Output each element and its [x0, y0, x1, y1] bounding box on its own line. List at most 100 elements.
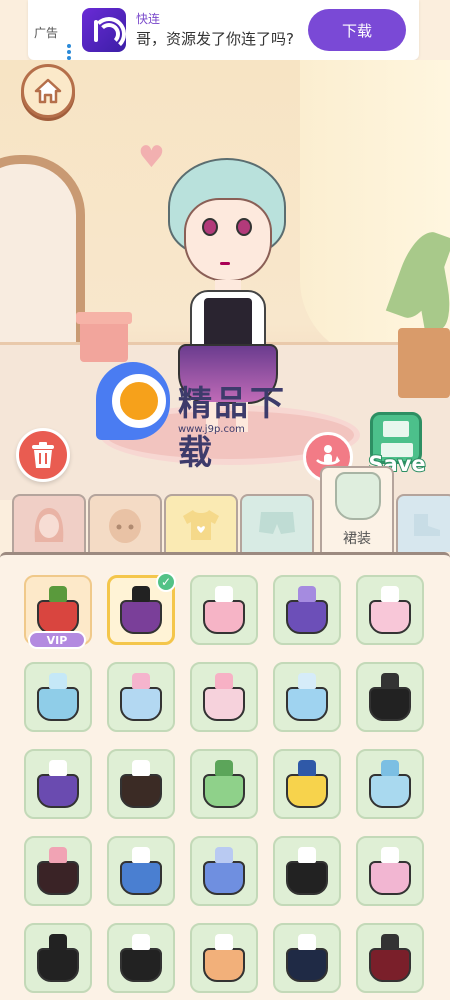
dress-skirt: [203, 774, 245, 808]
dress-item[interactable]: [107, 836, 175, 906]
dress-skirt: [37, 774, 79, 808]
face-icon: [109, 509, 141, 543]
dress-top: [215, 847, 233, 863]
dress-thumbnail: [35, 932, 81, 984]
home-icon: [34, 78, 62, 104]
dress-skirt: [120, 861, 162, 895]
dress-item[interactable]: ✓: [107, 572, 176, 645]
dress-top: [298, 847, 316, 863]
dress-thumbnail: [284, 671, 330, 723]
dress-thumbnail: [201, 845, 247, 897]
dress-item[interactable]: [273, 575, 341, 645]
dress-thumbnail: [201, 758, 247, 810]
dress-thumbnail: [367, 584, 413, 636]
dress-top: [381, 934, 399, 950]
ad-banner[interactable]: 广告 快连 哥，资源发了你连了吗? 下载: [28, 0, 419, 60]
tab-dress[interactable]: 裙装: [320, 466, 394, 552]
dress-top: [298, 760, 316, 776]
tab-dress-label: 裙装: [343, 531, 371, 547]
trash-button[interactable]: [16, 428, 70, 482]
tab-hair[interactable]: [12, 494, 86, 552]
dress-item[interactable]: [24, 749, 92, 819]
dress-thumbnail: [118, 584, 164, 636]
dress-top: [49, 934, 67, 950]
tab-face[interactable]: [88, 494, 162, 552]
selected-check-icon: ✓: [156, 572, 176, 592]
dress-thumbnail: [35, 671, 81, 723]
dress-item[interactable]: [190, 662, 258, 732]
dress-top: [132, 760, 150, 776]
dress-thumbnail: [201, 584, 247, 636]
dress-skirt: [286, 600, 328, 634]
dress-item[interactable]: [356, 575, 424, 645]
dress-top: [49, 673, 67, 689]
dress-skirt: [120, 687, 162, 721]
tab-shoes[interactable]: [396, 494, 450, 552]
dress-top: [381, 586, 399, 602]
dress-item[interactable]: [107, 749, 175, 819]
dress-top: [298, 673, 316, 689]
dress-top: [132, 847, 150, 863]
tab-pants[interactable]: [240, 494, 314, 552]
dress-thumbnail: [201, 932, 247, 984]
dress-skirt: [120, 774, 162, 808]
dress-top: [215, 760, 233, 776]
dress-item[interactable]: [273, 836, 341, 906]
character-eye: [202, 218, 218, 236]
dress-skirt: [369, 948, 411, 982]
dress-item[interactable]: [24, 923, 92, 993]
dress-skirt: [37, 687, 79, 721]
dress-thumbnail: [367, 932, 413, 984]
trash-icon: [32, 442, 54, 468]
dress-item[interactable]: [190, 923, 258, 993]
dress-item[interactable]: [190, 575, 258, 645]
tab-top[interactable]: [164, 494, 238, 552]
ad-description: 哥，资源发了你连了吗?: [136, 30, 294, 48]
item-panel: VIP ✓: [0, 552, 450, 1000]
dress-top: [49, 847, 67, 863]
dress-thumbnail: [35, 584, 81, 636]
pants-icon: [259, 512, 295, 534]
dress-skirt: [120, 600, 162, 634]
category-tabs: 裙装: [0, 466, 450, 556]
dress-top: [132, 934, 150, 950]
dress-top: [215, 586, 233, 602]
dress-thumbnail: [201, 671, 247, 723]
watermark-url: www.j9p.com: [178, 424, 245, 435]
dress-item[interactable]: [107, 662, 175, 732]
watermark-logo: [96, 362, 170, 440]
dress-item[interactable]: [273, 749, 341, 819]
dress-item[interactable]: [356, 749, 424, 819]
dress-top: [215, 934, 233, 950]
dress-item[interactable]: VIP: [24, 575, 92, 649]
dress-top: [381, 847, 399, 863]
dress-thumbnail: [118, 758, 164, 810]
dress-item[interactable]: [273, 662, 341, 732]
dress-top: [298, 934, 316, 950]
vip-badge: VIP: [28, 631, 86, 649]
dress-item[interactable]: [356, 836, 424, 906]
ad-app-logo: [82, 8, 126, 52]
dress-item[interactable]: [273, 923, 341, 993]
gift-box: [76, 312, 132, 362]
home-button[interactable]: [21, 64, 75, 118]
dress-item[interactable]: [356, 923, 424, 993]
dress-item[interactable]: [24, 662, 92, 732]
dress-thumbnail: [284, 845, 330, 897]
dress-top: [49, 760, 67, 776]
dress-top: [381, 760, 399, 776]
dress-thumbnail: [367, 671, 413, 723]
dress-item[interactable]: [356, 662, 424, 732]
dress-item[interactable]: [190, 749, 258, 819]
ad-download-button[interactable]: 下载: [308, 9, 406, 51]
dress-skirt: [37, 861, 79, 895]
watermark: 精品下载 www.j9p.com: [96, 362, 316, 473]
dress-skirt: [203, 687, 245, 721]
dress-item[interactable]: [24, 836, 92, 906]
dress-skirt: [37, 948, 79, 982]
plant-pot: [398, 328, 450, 398]
dress-top: [49, 586, 67, 602]
dress-item[interactable]: [190, 836, 258, 906]
dress-top: [132, 586, 150, 602]
dress-item[interactable]: [107, 923, 175, 993]
